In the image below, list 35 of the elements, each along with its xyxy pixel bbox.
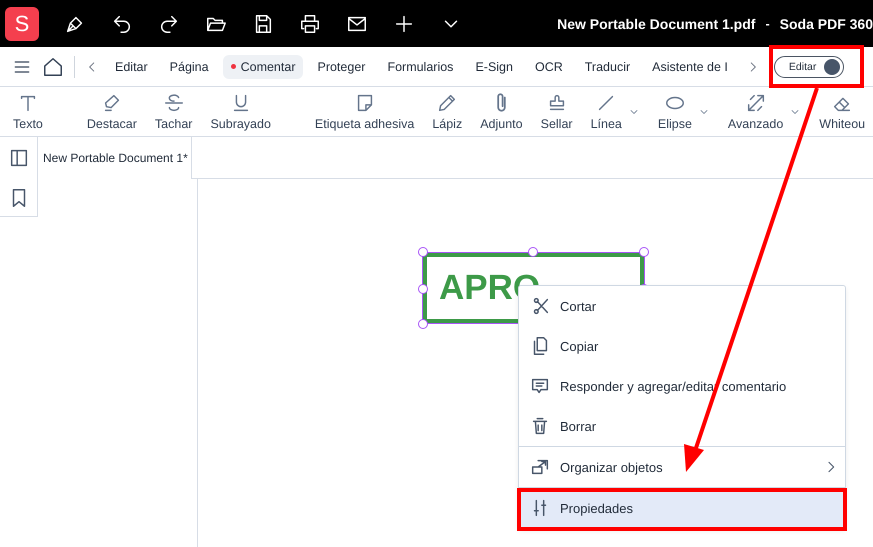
app-logo[interactable]: S	[5, 6, 39, 40]
document-tab[interactable]: New Portable Document 1*	[40, 137, 192, 179]
toolbar-tool[interactable]: Línea	[590, 92, 640, 131]
window-title: New Portable Document 1.pdf	[557, 16, 756, 32]
toolbar-tool[interactable]: Avanzado	[728, 92, 802, 131]
toolbar-tool[interactable]: Elipse	[658, 92, 710, 131]
toolbar-tool[interactable]: Tachar	[154, 92, 192, 131]
strikethrough-icon	[162, 92, 185, 114]
menu-item[interactable]: Copiar	[519, 326, 845, 366]
menu-item[interactable]: Borrar	[519, 406, 845, 446]
toolbar-tool[interactable]: Sellar	[540, 92, 573, 131]
nav-tab[interactable]: Traducir	[576, 54, 638, 78]
nav-tab[interactable]: Asistente de I	[644, 54, 736, 78]
menu-item[interactable]: Organizar objetos	[519, 447, 845, 487]
app-name: Soda PDF 360	[780, 16, 873, 32]
nav-tab[interactable]: Comentar	[222, 54, 304, 78]
nav-tab[interactable]: Proteger	[309, 54, 374, 78]
nav-tab[interactable]: OCR	[526, 54, 571, 78]
nav-tab[interactable]: Formularios	[379, 54, 462, 78]
toolbar-tool[interactable]: Lápiz	[432, 92, 462, 131]
toolbar-tool[interactable]: Whiteou	[819, 92, 866, 131]
toolbar-tool[interactable]: Etiqueta adhesiva	[314, 92, 414, 131]
home-icon[interactable]	[42, 56, 64, 78]
toolbar-tool[interactable]: Adjunto	[480, 92, 523, 131]
nav-tab[interactable]: Editar	[107, 54, 156, 78]
paperclip-icon	[496, 92, 507, 114]
menu-item[interactable]: Responder y agregar/editar comentario	[519, 366, 845, 406]
nav-tab[interactable]: E-Sign	[467, 54, 521, 78]
menu-item[interactable]: Cortar	[519, 286, 845, 326]
title-separator: -	[765, 16, 770, 30]
toolbar-tool[interactable]: Subrayado	[210, 92, 271, 131]
toolbar-tool[interactable]: Texto	[13, 92, 43, 131]
nav-tab[interactable]: Página	[162, 54, 217, 78]
edit-mode-toggle[interactable]: Editar	[774, 56, 844, 78]
toolbar-tool[interactable]: Destacar	[86, 92, 137, 131]
